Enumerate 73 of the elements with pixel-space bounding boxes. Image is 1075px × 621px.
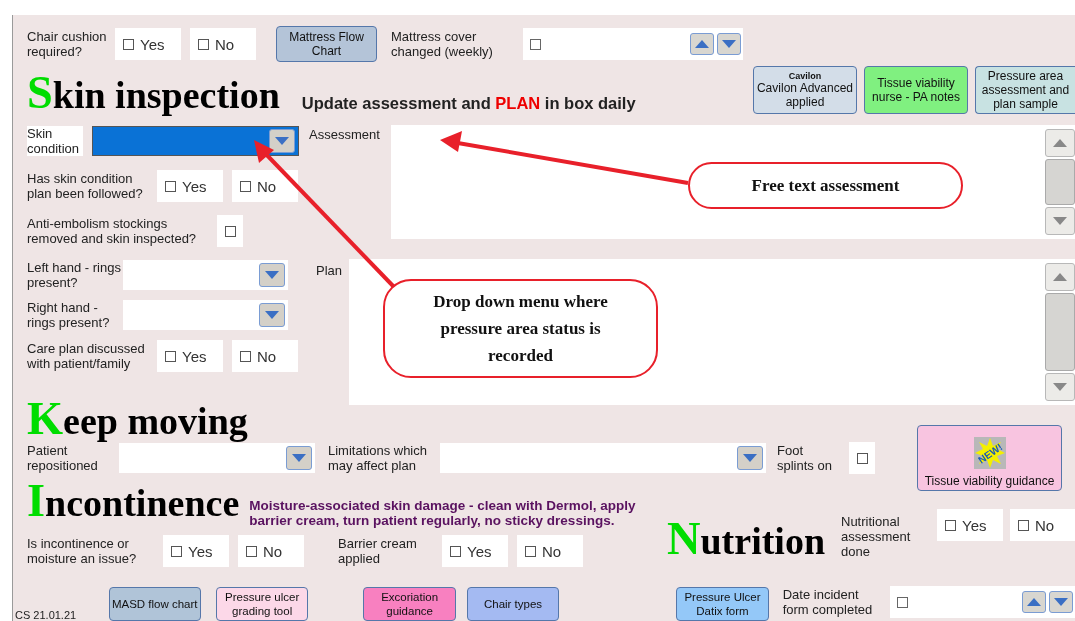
field-label: Has skin condition plan been followed? — [27, 171, 144, 201]
dropdown-arrow-icon — [265, 271, 279, 279]
field-label: Anti-embolism stockings removed and skin inspected? — [27, 216, 198, 246]
dropdown[interactable] — [123, 260, 288, 290]
checkbox[interactable] — [897, 596, 909, 608]
link-button[interactable]: MASD flow chart — [108, 587, 201, 621]
checkbox-option[interactable]: No — [232, 340, 298, 372]
checkbox-option[interactable]: Yes — [157, 340, 223, 372]
checkbox[interactable] — [530, 38, 541, 50]
scroll-down-icon — [1053, 383, 1067, 391]
field-label: Left hand - rings present? — [27, 260, 122, 290]
callout: Drop down menu where pressure area status is recorded — [383, 279, 658, 378]
checkbox[interactable] — [224, 225, 236, 237]
scroll-up-icon — [1053, 273, 1067, 281]
field-label: Foot splints on — [777, 443, 833, 473]
spin-up-button[interactable] — [690, 33, 714, 55]
checkbox-option[interactable]: Yes — [115, 28, 181, 60]
field-label: Assessment — [309, 126, 381, 144]
instruction-text: Update assessment and PLAN in box daily — [301, 94, 636, 113]
section-heading: Incontinence — [27, 473, 240, 528]
field-label: Skin condition — [27, 126, 83, 156]
checkbox-option[interactable]: Yes — [442, 535, 508, 567]
field-label: Nutritional assessment done — [841, 513, 912, 559]
dropdown-arrow-icon — [265, 311, 279, 319]
spin-down-button[interactable] — [1049, 591, 1073, 613]
dropdown[interactable] — [119, 443, 315, 473]
date-field[interactable] — [890, 586, 1075, 618]
checkbox-option[interactable]: No — [517, 535, 583, 567]
form-code: CS 21.01.21 — [14, 609, 78, 621]
callout: Free text assessment — [688, 162, 963, 209]
field-label: Is incontinence or moisture an issue? — [27, 536, 138, 566]
field-label: Limitations which may affect plan — [328, 443, 428, 473]
field-label: Barrier cream applied — [338, 536, 418, 566]
checkbox-option[interactable]: Yes — [937, 509, 1003, 541]
checkbox-option[interactable]: Yes — [163, 535, 229, 567]
dropdown[interactable] — [92, 126, 299, 156]
link-button[interactable]: Chair types — [466, 587, 560, 621]
scroll-down-icon — [1053, 217, 1067, 225]
down-arrow-icon — [722, 40, 736, 48]
field-label: Care plan discussed with patient/family — [27, 341, 146, 371]
checkbox-option[interactable]: No — [232, 170, 298, 202]
section-heading: Nutrition — [667, 511, 827, 566]
mattress-flow-chart-button[interactable]: Mattress Flow Chart — [276, 26, 377, 62]
dropdown-arrow-icon — [275, 137, 289, 145]
date-field[interactable] — [523, 28, 743, 60]
down-arrow-icon — [1054, 598, 1068, 606]
checkbox[interactable] — [856, 452, 868, 464]
up-arrow-icon — [695, 40, 709, 48]
link-button[interactable]: Excoriation guidance — [363, 587, 456, 621]
checkbox-option[interactable]: No — [190, 28, 256, 60]
spin-up-button[interactable] — [1022, 591, 1046, 613]
link-button[interactable]: Pressure ulcer grading tool — [215, 587, 309, 621]
field-label: Mattress cover changed (weekly) — [391, 29, 494, 59]
field-label: Patient repositioned — [27, 443, 99, 473]
up-arrow-icon — [1027, 598, 1041, 606]
checkbox-option[interactable]: No — [1010, 509, 1075, 541]
field-label: Date incident form completed — [782, 587, 874, 617]
checkbox-option[interactable]: Yes — [157, 170, 223, 202]
field-label: Right hand - rings present? — [27, 300, 111, 330]
link-button[interactable]: Pressure Ulcer Datix form — [676, 587, 769, 621]
field-label: Chair cushion required? — [27, 29, 108, 59]
spin-down-button[interactable] — [717, 33, 741, 55]
dropdown[interactable] — [123, 300, 288, 330]
link-button[interactable]: Cavilon Cavilon Advanced applied — [753, 66, 857, 114]
field-label: Plan — [316, 262, 344, 280]
dropdown-arrow-icon — [292, 454, 306, 462]
checkbox-option[interactable]: No — [238, 535, 304, 567]
link-button[interactable]: Tissue viability nurse - PA notes — [864, 66, 968, 114]
instruction-text: Moisture-associated skin damage - clean with Dermol, apply barrier cream, turn patient regularly, no sticky dressings. — [249, 498, 637, 528]
link-button[interactable]: Pressure area assessment and plan sample — [975, 66, 1075, 114]
section-heading: Skin inspection — [27, 65, 280, 120]
scroll-up-icon — [1053, 139, 1067, 147]
dropdown-arrow-icon — [743, 454, 757, 462]
